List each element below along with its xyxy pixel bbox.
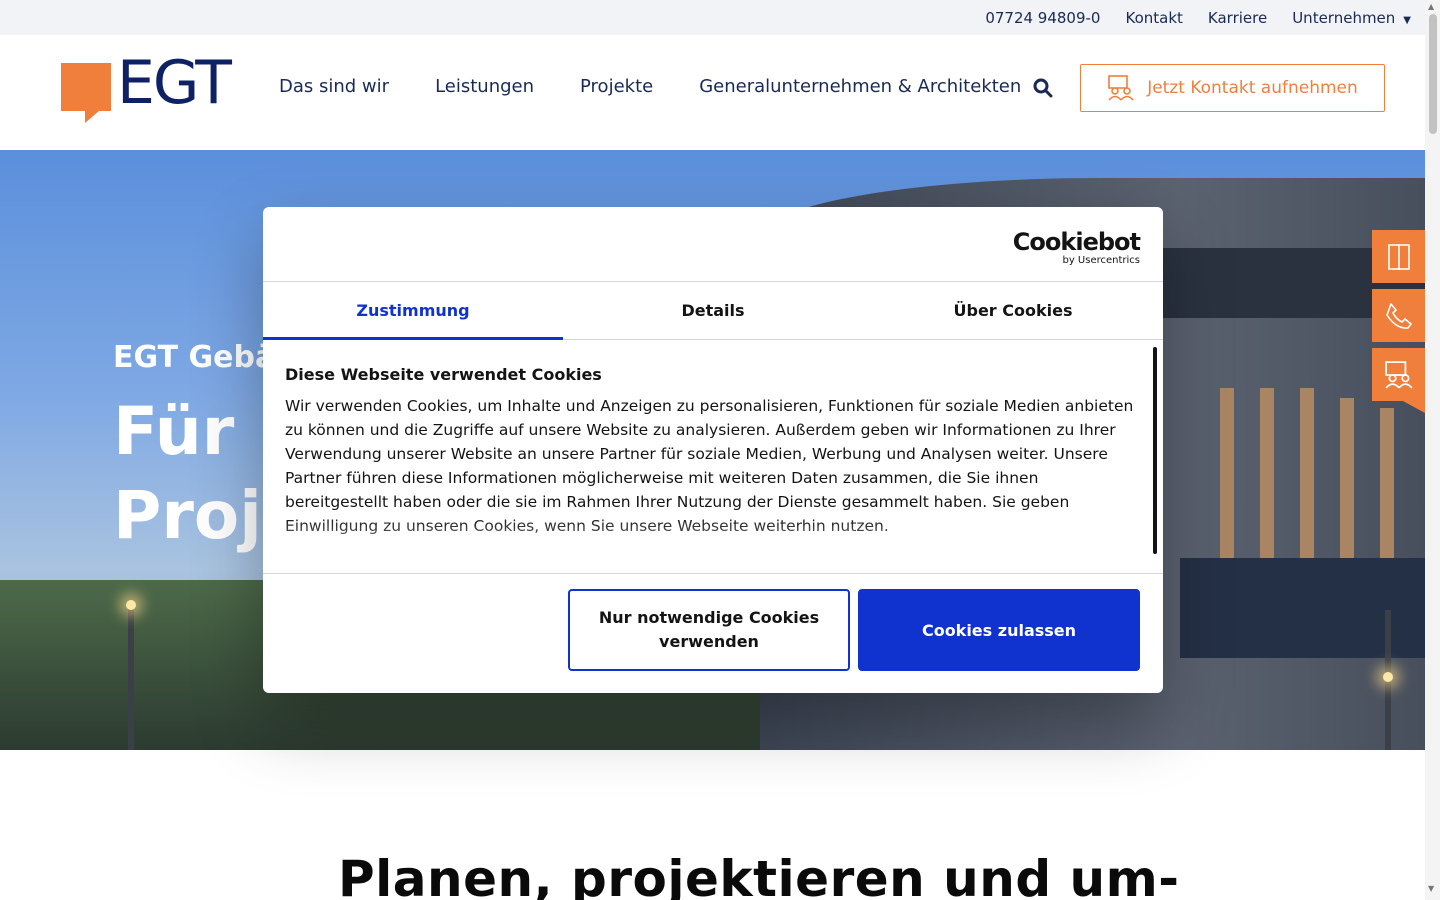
nav-item-projekte[interactable]: Projekte: [580, 76, 653, 97]
cookie-dialog-footer: Nur notwendige Cookies verwenden Cookies…: [263, 573, 1163, 693]
cookie-text-fade: [263, 517, 1153, 573]
page-scrollbar-thumb[interactable]: [1429, 14, 1437, 134]
top-utility-bar: 07724 94809-0 Kontakt Karriere Unternehm…: [0, 0, 1425, 35]
door-icon: [1387, 243, 1410, 270]
scroll-down-arrow-icon[interactable]: ▼: [1428, 884, 1434, 893]
allow-cookies-button[interactable]: Cookies zulassen: [858, 589, 1140, 671]
tab-zustimmung[interactable]: Zustimmung: [263, 282, 563, 340]
cookiebot-brand-sub: by Usercentrics: [1062, 255, 1140, 266]
utility-links: 07724 94809-0 Kontakt Karriere Unternehm…: [985, 0, 1411, 35]
cookie-body-scrollbar[interactable]: [1153, 347, 1157, 554]
section-heading: Planen, projektieren und um-: [338, 850, 1180, 900]
side-door-button[interactable]: [1372, 230, 1425, 283]
scroll-up-arrow-icon[interactable]: ▲: [1428, 2, 1434, 11]
cookiebot-brand: Cookiebot: [1012, 228, 1141, 256]
nav-item-leistungen[interactable]: Leistungen: [435, 76, 534, 97]
company-dropdown-label: Unternehmen: [1292, 8, 1396, 27]
contact-person-icon: [1108, 75, 1134, 101]
contact-link[interactable]: Kontakt: [1125, 9, 1182, 27]
logo-wordmark: EGT: [117, 48, 232, 118]
nav-item-generalunternehmen[interactable]: Generalunternehmen & Architekten: [699, 76, 1021, 97]
page-scrollbar[interactable]: [1425, 0, 1440, 900]
side-contact-button[interactable]: [1372, 348, 1425, 401]
career-link[interactable]: Karriere: [1208, 9, 1267, 27]
cookie-heading: Diese Webseite verwendet Cookies: [285, 365, 602, 384]
phone-icon: [1385, 302, 1412, 329]
cookie-tabs: Zustimmung Details Über Cookies: [263, 282, 1163, 340]
contact-cta-button[interactable]: Jetzt Kontakt aufnehmen: [1080, 64, 1385, 112]
cookie-consent-dialog: Cookiebot by Usercentrics Zustimmung Det…: [263, 207, 1163, 693]
logo-speech-bubble: [61, 63, 111, 111]
main-nav: Das sind wir Leistungen Projekte General…: [279, 35, 1021, 138]
company-dropdown[interactable]: Unternehmen ▼: [1292, 9, 1411, 27]
contact-person-icon: [1384, 360, 1413, 388]
main-header: EGT Das sind wir Leistungen Projekte Gen…: [0, 35, 1425, 150]
necessary-cookies-button[interactable]: Nur notwendige Cookies verwenden: [568, 589, 850, 671]
side-phone-button[interactable]: [1372, 289, 1425, 342]
cookie-dialog-header: Cookiebot by Usercentrics: [263, 207, 1163, 282]
phone-link[interactable]: 07724 94809-0: [985, 9, 1100, 27]
nav-item-das-sind-wir[interactable]: Das sind wir: [279, 76, 389, 97]
egt-logo[interactable]: EGT: [61, 53, 236, 127]
side-contact-tail: [1403, 401, 1425, 413]
tab-details[interactable]: Details: [563, 282, 863, 339]
cookiebot-logo[interactable]: Cookiebot by Usercentrics: [1012, 228, 1141, 266]
contact-cta-label: Jetzt Kontakt aufnehmen: [1147, 78, 1358, 98]
caret-down-icon: ▼: [1403, 14, 1411, 26]
tab-ueber-cookies[interactable]: Über Cookies: [863, 282, 1163, 339]
search-icon[interactable]: [1033, 78, 1053, 98]
logo-speech-bubble-tail: [85, 111, 99, 123]
cookie-dialog-body: Diese Webseite verwendet Cookies Wir ver…: [285, 365, 1135, 538]
